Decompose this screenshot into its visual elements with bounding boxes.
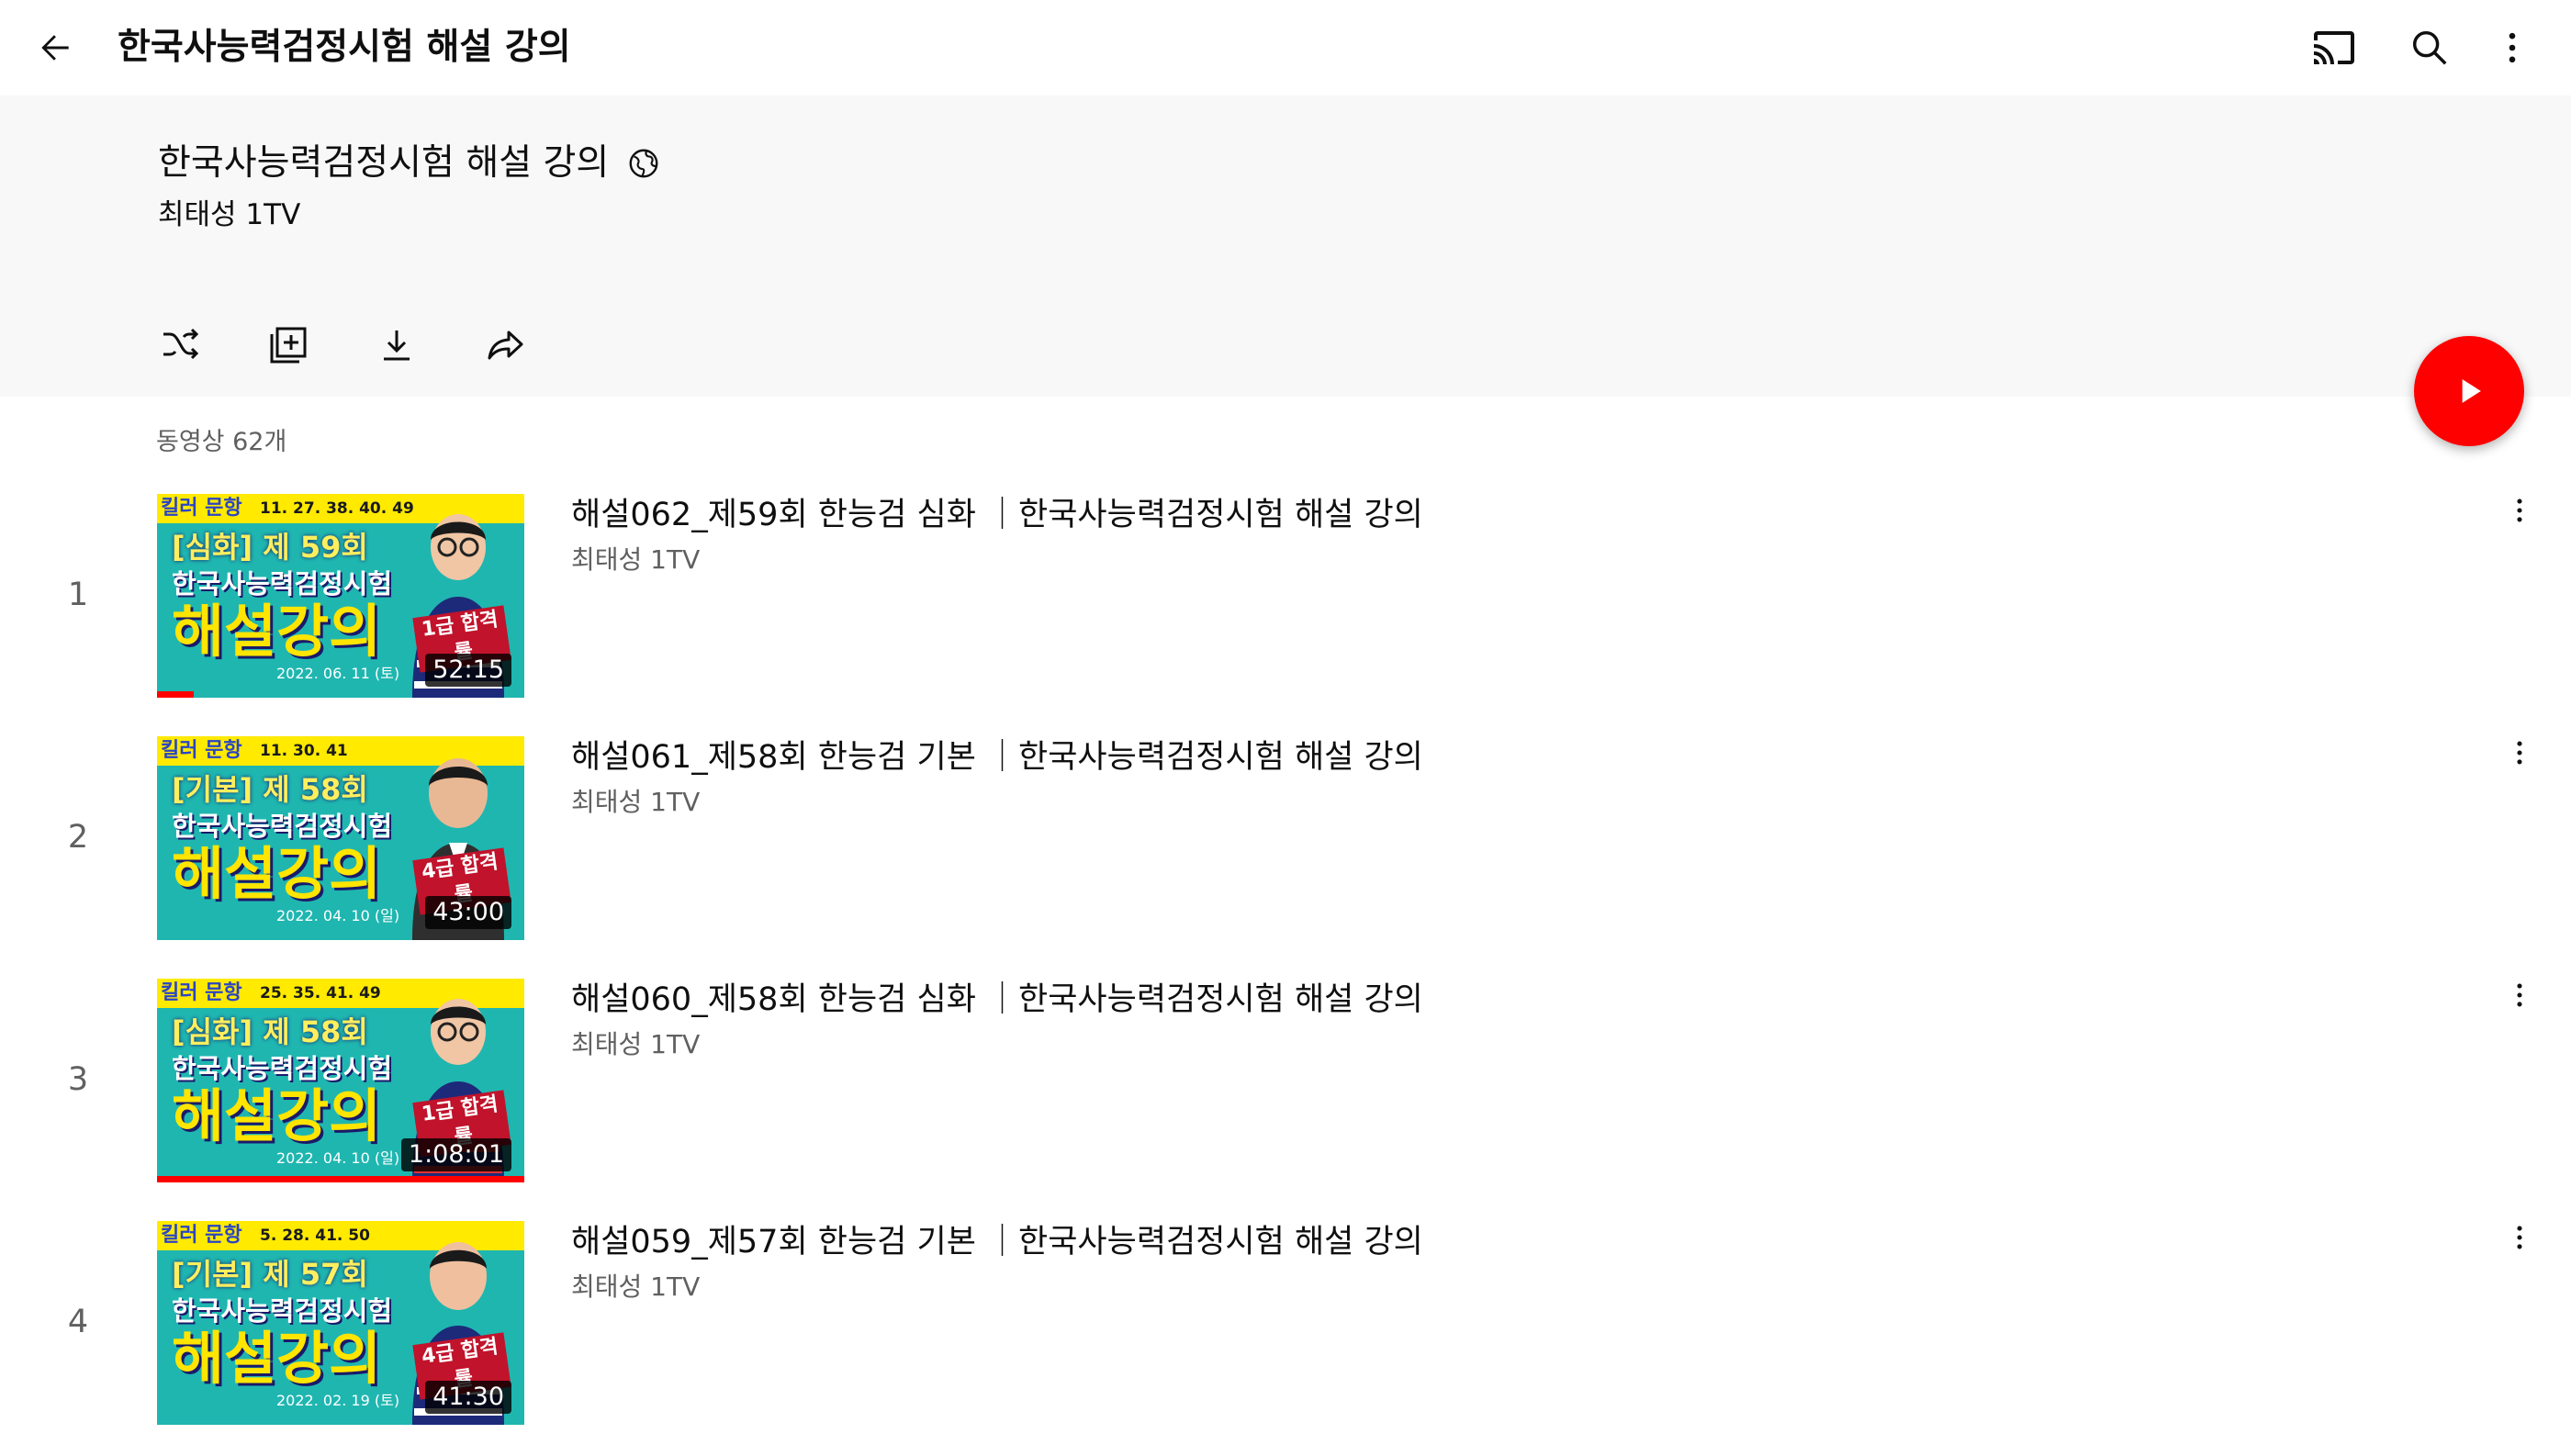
playlist-header: 한국사능력검정시험 해설 강의 최태성 1TV xyxy=(0,95,2571,397)
playlist-add-icon xyxy=(270,327,307,364)
back-button[interactable] xyxy=(28,20,83,75)
watch-progress-bar xyxy=(157,691,194,698)
list-item[interactable]: 1 킬러 문항 11. 27. 38. 40. 49 [심화] 제 59회 한국… xyxy=(0,492,2571,734)
share-icon xyxy=(488,330,523,360)
thumbnail-subtitle: [심화] 제 58회 xyxy=(172,1014,368,1049)
more-vert-icon xyxy=(2509,32,2516,63)
video-more-button[interactable] xyxy=(2494,969,2545,1021)
share-button[interactable] xyxy=(472,312,538,378)
cast-button[interactable] xyxy=(2307,20,2362,75)
video-index: 4 xyxy=(67,1304,89,1340)
playlist-title-row: 한국사능력검정시험 해설 강의 xyxy=(158,138,660,189)
download-icon xyxy=(384,330,410,361)
video-more-button[interactable] xyxy=(2494,1212,2545,1263)
thumbnail-tag: 킬러 문항 xyxy=(161,981,242,1004)
list-item[interactable]: 2 킬러 문항 11. 30. 41 [기본] 제 58회 한국사능력검정시험 … xyxy=(0,734,2571,977)
play-icon xyxy=(2462,379,2481,403)
video-thumbnail[interactable]: 킬러 문항 11. 30. 41 [기본] 제 58회 한국사능력검정시험 해설… xyxy=(157,736,524,940)
thumbnail-subtitle: [기본] 제 57회 xyxy=(172,1257,368,1292)
public-globe-icon xyxy=(629,149,658,178)
playlist-actions xyxy=(147,312,580,378)
thumbnail-tag: 킬러 문항 xyxy=(161,1224,242,1247)
video-title[interactable]: 해설059_제57회 한능검 기본 ｜한국사능력검정시험 해설 강의 xyxy=(571,1219,1423,1265)
video-title[interactable]: 해설061_제58회 한능검 기본 ｜한국사능력검정시험 해설 강의 xyxy=(571,734,1423,780)
video-thumbnail[interactable]: 킬러 문항 5. 28. 41. 50 [기본] 제 57회 한국사능력검정시험… xyxy=(157,1221,524,1425)
video-count: 동영상 62개 xyxy=(156,428,287,456)
arrow-left-icon xyxy=(41,35,69,61)
thumbnail-date: 2022. 02. 19 (토) xyxy=(276,1392,400,1409)
download-button[interactable] xyxy=(364,312,430,378)
thumbnail-numbers: 5. 28. 41. 50 xyxy=(260,1226,370,1245)
thumbnail-numbers: 11. 30. 41 xyxy=(260,742,348,760)
playlist-channel[interactable]: 최태성 1TV xyxy=(158,195,300,235)
video-title[interactable]: 해설060_제58회 한능검 심화 ｜한국사능력검정시험 해설 강의 xyxy=(571,977,1423,1023)
search-icon xyxy=(2412,30,2447,65)
more-vert-icon xyxy=(2517,1226,2522,1249)
thumbnail-subtitle: [심화] 제 59회 xyxy=(172,530,368,565)
video-channel: 최태성 1TV xyxy=(571,1029,701,1059)
video-channel: 최태성 1TV xyxy=(571,544,701,575)
thumbnail-headline: 해설강의 xyxy=(172,840,382,907)
list-item[interactable]: 3 킬러 문항 25. 35. 41. 49 [심화] 제 58회 한국사능력검… xyxy=(0,977,2571,1219)
duration-badge: 1:08:01 xyxy=(400,1138,511,1171)
thumbnail-date: 2022. 06. 11 (토) xyxy=(276,665,400,682)
more-vert-icon xyxy=(2517,741,2522,765)
video-thumbnail[interactable]: 킬러 문항 25. 35. 41. 49 [심화] 제 58회 한국사능력검정시… xyxy=(157,979,524,1182)
video-channel: 최태성 1TV xyxy=(571,787,701,817)
duration-badge: 43:00 xyxy=(425,896,511,929)
list-item[interactable]: 4 킬러 문항 5. 28. 41. 50 [기본] 제 57회 한국사능력검정… xyxy=(0,1219,2571,1456)
video-index: 1 xyxy=(67,577,89,613)
video-thumbnail[interactable]: 킬러 문항 11. 27. 38. 40. 49 [심화] 제 59회 한국사능… xyxy=(157,494,524,698)
more-vert-icon xyxy=(2517,498,2522,522)
video-more-button[interactable] xyxy=(2494,485,2545,536)
playlist-title: 한국사능력검정시험 해설 강의 xyxy=(158,142,610,184)
thumbnail-headline: 해설강의 xyxy=(172,1082,382,1149)
thumbnail-numbers: 25. 35. 41. 49 xyxy=(260,984,381,1002)
video-title[interactable]: 해설062_제59회 한능검 심화 ｜한국사능력검정시험 해설 강의 xyxy=(571,492,1423,538)
play-all-button[interactable] xyxy=(2414,336,2524,446)
save-to-playlist-button[interactable] xyxy=(255,312,321,378)
thumbnail-subtitle: [기본] 제 58회 xyxy=(172,772,368,807)
duration-badge: 52:15 xyxy=(425,654,511,687)
thumbnail-headline: 해설강의 xyxy=(172,1325,382,1392)
cast-icon xyxy=(2314,31,2354,64)
thumbnail-date: 2022. 04. 10 (일) xyxy=(276,1149,400,1167)
video-index: 2 xyxy=(67,819,89,856)
thumbnail-tag: 킬러 문항 xyxy=(161,739,242,762)
thumbnail-headline: 해설강의 xyxy=(172,598,382,665)
page-title: 한국사능력검정시험 해설 강의 xyxy=(118,27,571,68)
thumbnail-numbers: 11. 27. 38. 40. 49 xyxy=(260,499,414,518)
more-vert-icon xyxy=(2517,983,2522,1007)
thumbnail-date: 2022. 04. 10 (일) xyxy=(276,907,400,924)
shuffle-button[interactable] xyxy=(147,312,213,378)
top-app-bar: 한국사능력검정시험 해설 강의 xyxy=(0,0,2571,95)
duration-badge: 41:30 xyxy=(425,1381,511,1414)
video-channel: 최태성 1TV xyxy=(571,1271,701,1302)
shuffle-icon xyxy=(163,328,199,360)
video-list: 1 킬러 문항 11. 27. 38. 40. 49 [심화] 제 59회 한국… xyxy=(0,492,2571,1456)
overflow-menu-button[interactable] xyxy=(2485,20,2540,75)
video-more-button[interactable] xyxy=(2494,727,2545,778)
video-index: 3 xyxy=(67,1061,89,1098)
thumbnail-tag: 킬러 문항 xyxy=(161,497,242,520)
watch-progress-bar xyxy=(157,1176,524,1182)
search-button[interactable] xyxy=(2402,20,2457,75)
